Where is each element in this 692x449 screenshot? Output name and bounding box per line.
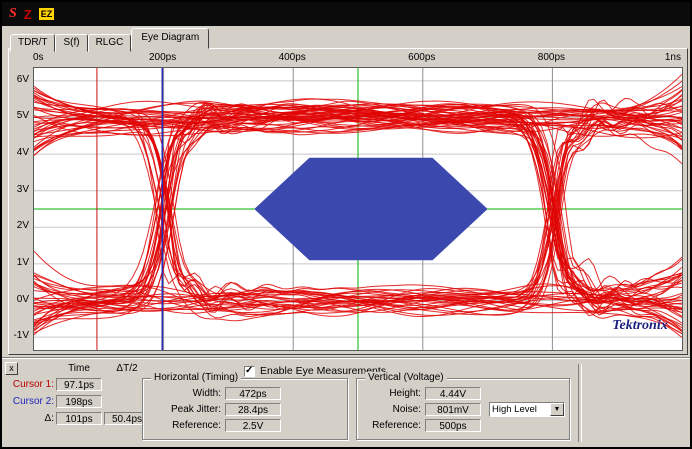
- app-icon-s: S: [9, 6, 17, 22]
- app-icon-z: Z: [24, 7, 32, 22]
- checkmark-icon: ✓: [245, 365, 253, 376]
- enable-eye-measurements-checkbox[interactable]: ✓: [244, 366, 255, 377]
- y-tick-label: 6V: [17, 74, 29, 85]
- cursor1-label: Cursor 1:: [4, 378, 54, 392]
- tab-eye-diagram[interactable]: Eye Diagram: [131, 28, 209, 49]
- x-axis-labels: 0s 200ps 400ps 600ps 800ps 1ns: [33, 52, 681, 64]
- tab-bar: TDR/T S(f) RLGC Eye Diagram: [10, 30, 209, 49]
- tab-tdrt[interactable]: TDR/T: [10, 34, 55, 52]
- height-label: Height:: [361, 388, 425, 399]
- column-header-time: Time: [56, 363, 102, 374]
- noise-label: Noise:: [361, 404, 425, 415]
- y-tick-label: -1V: [13, 330, 29, 341]
- y-tick-label: 0V: [17, 294, 29, 305]
- delta-label: Δ:: [4, 412, 54, 426]
- cursor1-time-value: 97.1ps: [56, 378, 102, 391]
- horizontal-timing-group: Horizontal (Timing) Width: 472ps Peak Ji…: [142, 378, 348, 440]
- x-tick-label: 400ps: [279, 52, 306, 63]
- x-tick-label: 600ps: [408, 52, 435, 63]
- tab-rlgc[interactable]: RLGC: [88, 34, 132, 52]
- panel-divider: [578, 364, 582, 442]
- titlebar: S Z EZ: [2, 2, 690, 26]
- eye-diagram-panel: 0s 200ps 400ps 600ps 800ps 1ns -1V 0V 1V 2V 3V 4V 5…: [8, 48, 688, 355]
- horizontal-reference-value: 2.5V: [225, 419, 281, 432]
- chevron-down-icon[interactable]: ▼: [550, 403, 564, 416]
- close-panel-button[interactable]: x: [5, 362, 18, 375]
- peak-jitter-value: 28.4ps: [225, 403, 281, 416]
- vertical-voltage-title: Vertical (Voltage): [365, 372, 447, 383]
- application-window: S Z EZ TDR/T S(f) RLGC Eye Diagram 0s 200…: [0, 0, 692, 449]
- x-tick-label: 800ps: [538, 52, 565, 63]
- width-value: 472ps: [225, 387, 281, 400]
- vertical-reference-value: 500ps: [425, 419, 481, 432]
- x-tick-label: 0s: [33, 52, 44, 63]
- y-axis-labels: -1V 0V 1V 2V 3V 4V 5V 6V: [9, 67, 31, 349]
- y-tick-label: 1V: [17, 257, 29, 268]
- measurements-panel: x Time ΔT/2 Cursor 1: 97.1ps Cursor 2: 1…: [2, 357, 690, 447]
- cursor2-time-value: 198ps: [56, 395, 102, 408]
- width-label: Width:: [147, 388, 225, 399]
- tektronix-watermark: Tektronix: [612, 318, 668, 333]
- noise-value: 801mV: [425, 403, 481, 416]
- vertical-voltage-group: Vertical (Voltage) Height: 4.44V Noise: …: [356, 378, 570, 440]
- y-tick-label: 2V: [17, 220, 29, 231]
- eye-diagram-svg: Tektronix: [34, 68, 682, 350]
- x-tick-label: 200ps: [149, 52, 176, 63]
- eye-mask-polygon: [254, 158, 487, 261]
- vertical-reference-label: Reference:: [361, 420, 425, 431]
- peak-jitter-label: Peak Jitter:: [147, 404, 225, 415]
- app-icon-ez: EZ: [39, 8, 55, 20]
- x-tick-label: 1ns: [665, 52, 681, 63]
- delta-time-value: 101ps: [56, 412, 102, 425]
- tab-sf[interactable]: S(f): [55, 34, 87, 52]
- horizontal-timing-title: Horizontal (Timing): [151, 372, 241, 383]
- noise-level-combobox[interactable]: High Level ▼: [489, 402, 565, 417]
- eye-diagram-plot[interactable]: Tektronix: [33, 67, 683, 351]
- horizontal-reference-label: Reference:: [147, 420, 225, 431]
- y-tick-label: 4V: [17, 147, 29, 158]
- cursor2-label: Cursor 2:: [4, 395, 54, 409]
- y-tick-label: 5V: [17, 110, 29, 121]
- y-tick-label: 3V: [17, 184, 29, 195]
- column-header-dt2: ΔT/2: [104, 363, 150, 374]
- combobox-selected-value[interactable]: High Level: [490, 403, 550, 416]
- height-value: 4.44V: [425, 387, 481, 400]
